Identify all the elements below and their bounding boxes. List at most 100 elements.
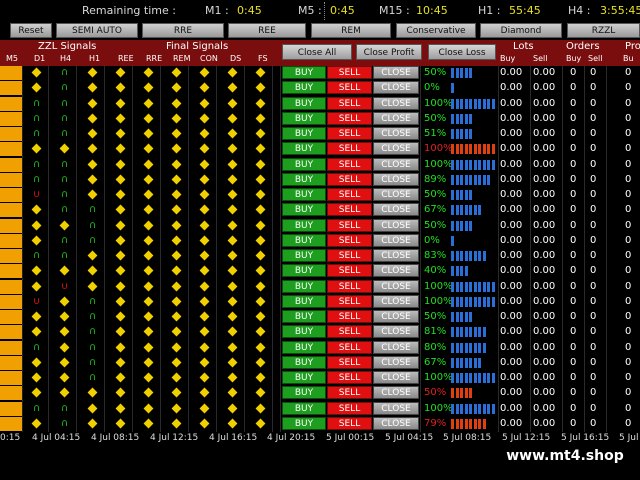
close-button[interactable]: CLOSE bbox=[373, 203, 419, 217]
buy-button[interactable]: BUY bbox=[282, 264, 326, 278]
sell-button[interactable]: SELL bbox=[327, 188, 372, 201]
buy-button[interactable]: BUY bbox=[282, 203, 326, 217]
diamond-icon bbox=[199, 143, 210, 154]
sell-button[interactable]: SELL bbox=[327, 81, 372, 95]
buy-button[interactable]: BUY bbox=[282, 188, 326, 201]
close-button[interactable]: CLOSE bbox=[373, 279, 419, 293]
sell-button[interactable]: SELL bbox=[327, 96, 372, 110]
close-profit-button[interactable]: Close Profit bbox=[356, 44, 422, 60]
lots-sell-value: 0.00 bbox=[533, 158, 556, 170]
buy-button[interactable]: BUY bbox=[282, 340, 326, 354]
close-button[interactable]: CLOSE bbox=[373, 310, 419, 323]
buy-button[interactable]: BUY bbox=[282, 325, 326, 339]
close-button[interactable]: CLOSE bbox=[373, 401, 419, 415]
close-button[interactable]: CLOSE bbox=[373, 264, 419, 278]
strength-segment bbox=[469, 418, 472, 429]
close-button[interactable]: CLOSE bbox=[373, 416, 419, 430]
buy-button[interactable]: BUY bbox=[282, 401, 326, 415]
close-loss-button[interactable]: Close Loss bbox=[428, 44, 496, 60]
diamond-icon bbox=[171, 265, 182, 276]
sell-button[interactable]: SELL bbox=[327, 294, 372, 308]
buy-button[interactable]: BUY bbox=[282, 142, 326, 156]
buy-button[interactable]: BUY bbox=[282, 111, 326, 125]
close-button[interactable]: CLOSE bbox=[373, 218, 419, 232]
sell-button[interactable]: SELL bbox=[327, 386, 372, 400]
strength-segment bbox=[491, 296, 495, 307]
close-button[interactable]: CLOSE bbox=[373, 127, 419, 140]
close-button[interactable]: CLOSE bbox=[373, 249, 419, 262]
sell-button[interactable]: SELL bbox=[327, 264, 372, 278]
ree-button[interactable]: REE bbox=[228, 23, 306, 38]
buy-button[interactable]: BUY bbox=[282, 294, 326, 308]
close-button[interactable]: CLOSE bbox=[373, 371, 419, 384]
buy-button[interactable]: BUY bbox=[282, 172, 326, 186]
close-button[interactable]: CLOSE bbox=[373, 111, 419, 125]
close-button[interactable]: CLOSE bbox=[373, 294, 419, 308]
sell-button[interactable]: SELL bbox=[327, 203, 372, 217]
semi-auto-button[interactable]: SEMI AUTO bbox=[56, 23, 138, 38]
sell-button[interactable]: SELL bbox=[327, 279, 372, 293]
buy-button[interactable]: BUY bbox=[282, 386, 326, 400]
close-button[interactable]: CLOSE bbox=[373, 172, 419, 186]
buy-button[interactable]: BUY bbox=[282, 218, 326, 232]
sell-button[interactable]: SELL bbox=[327, 218, 372, 232]
diamond-icon bbox=[143, 296, 154, 307]
buy-button[interactable]: BUY bbox=[282, 416, 326, 430]
close-button[interactable]: CLOSE bbox=[373, 188, 419, 201]
sell-button[interactable]: SELL bbox=[327, 111, 372, 125]
sell-button[interactable]: SELL bbox=[327, 340, 372, 354]
close-button[interactable]: CLOSE bbox=[373, 386, 419, 400]
buy-button[interactable]: BUY bbox=[282, 310, 326, 323]
diamond-icon bbox=[227, 113, 238, 124]
m5-status-cell bbox=[0, 188, 23, 202]
sell-button[interactable]: SELL bbox=[327, 233, 372, 247]
m5-status-cell bbox=[0, 279, 23, 294]
rre-button[interactable]: RRE bbox=[142, 23, 224, 38]
buy-button[interactable]: BUY bbox=[282, 371, 326, 384]
close-button[interactable]: CLOSE bbox=[373, 233, 419, 247]
strength-segment bbox=[455, 418, 459, 429]
sell-button[interactable]: SELL bbox=[327, 172, 372, 186]
sell-button[interactable]: SELL bbox=[327, 355, 372, 369]
sell-button[interactable]: SELL bbox=[327, 325, 372, 339]
pro-value: 0 bbox=[625, 387, 632, 399]
sell-button[interactable]: SELL bbox=[327, 157, 372, 171]
conservative-button[interactable]: Conservative bbox=[396, 23, 476, 38]
pro-value: 0 bbox=[625, 250, 632, 261]
close-all-button[interactable]: Close All bbox=[282, 44, 352, 60]
buy-button[interactable]: BUY bbox=[282, 66, 326, 79]
buy-button[interactable]: BUY bbox=[282, 127, 326, 140]
close-button[interactable]: CLOSE bbox=[373, 96, 419, 110]
sell-button[interactable]: SELL bbox=[327, 66, 372, 79]
buy-button[interactable]: BUY bbox=[282, 355, 326, 369]
buy-button[interactable]: BUY bbox=[282, 81, 326, 95]
strength-segment bbox=[460, 205, 463, 216]
buy-button[interactable]: BUY bbox=[282, 233, 326, 247]
buy-button[interactable]: BUY bbox=[282, 96, 326, 110]
close-button[interactable]: CLOSE bbox=[373, 340, 419, 354]
sell-button[interactable]: SELL bbox=[327, 127, 372, 140]
diamond-icon bbox=[143, 265, 154, 276]
strength-segment bbox=[464, 174, 468, 185]
strength-segment bbox=[451, 113, 454, 124]
close-button[interactable]: CLOSE bbox=[373, 355, 419, 369]
diamond-button[interactable]: Diamond bbox=[480, 23, 562, 38]
sell-button[interactable]: SELL bbox=[327, 142, 372, 156]
close-button[interactable]: CLOSE bbox=[373, 157, 419, 171]
sell-button[interactable]: SELL bbox=[327, 371, 372, 384]
rzzl-button[interactable]: RZZL bbox=[567, 23, 640, 38]
reset-button[interactable]: Reset bbox=[10, 23, 52, 38]
buy-button[interactable]: BUY bbox=[282, 157, 326, 171]
close-button[interactable]: CLOSE bbox=[373, 66, 419, 79]
sell-button[interactable]: SELL bbox=[327, 401, 372, 415]
close-button[interactable]: CLOSE bbox=[373, 325, 419, 339]
buy-button[interactable]: BUY bbox=[282, 279, 326, 293]
sell-button[interactable]: SELL bbox=[327, 249, 372, 262]
close-button[interactable]: CLOSE bbox=[373, 142, 419, 156]
sell-button[interactable]: SELL bbox=[327, 310, 372, 323]
sell-button[interactable]: SELL bbox=[327, 416, 372, 430]
orders-heading: Orders bbox=[566, 41, 600, 52]
close-button[interactable]: CLOSE bbox=[373, 81, 419, 95]
buy-button[interactable]: BUY bbox=[282, 249, 326, 262]
rem-button[interactable]: REM bbox=[311, 23, 391, 38]
